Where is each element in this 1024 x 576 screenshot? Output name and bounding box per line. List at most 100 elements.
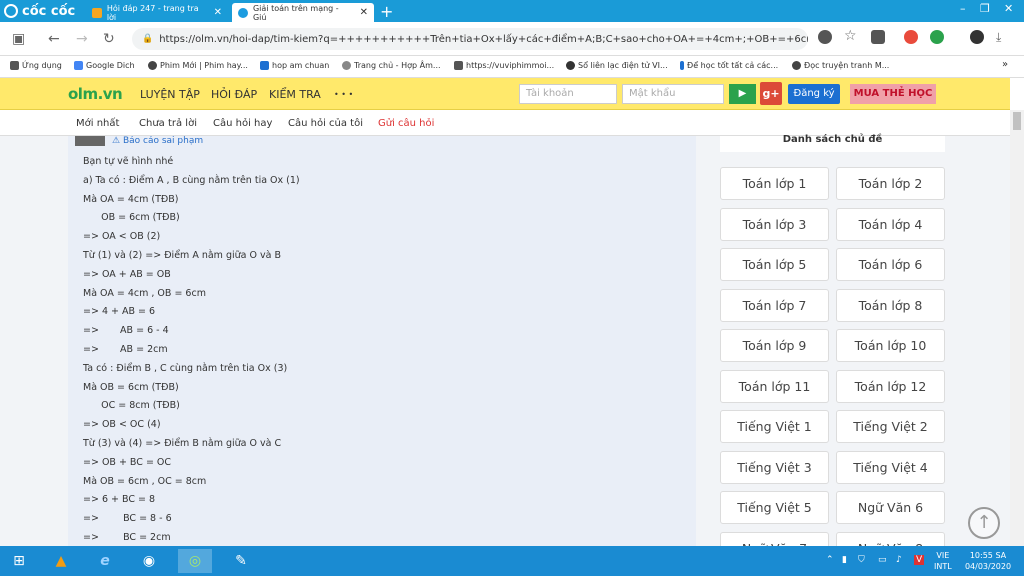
bookmark-favicon-icon	[260, 61, 269, 70]
avatar[interactable]	[75, 136, 105, 146]
answer-line: Từ (1) và (2) => Điểm A nằm giữa O và B	[83, 250, 281, 261]
bookmark-star-icon[interactable]: ☆	[844, 28, 857, 44]
forward-arrow-icon[interactable]: →	[76, 31, 88, 47]
register-button[interactable]: Đăng ký	[788, 84, 840, 104]
bookmark-favicon-icon	[680, 61, 684, 70]
lang-code: VIE	[936, 551, 950, 560]
bookmark-item[interactable]: Sổ liên lạc điện tử VI...	[566, 61, 668, 70]
shield-icon[interactable]	[818, 30, 832, 44]
nav-hoi-dap[interactable]: HỎI ĐÁP	[211, 88, 257, 101]
new-tab-button[interactable]: +	[380, 2, 393, 21]
bookmark-item[interactable]: https://vuviphimmoi...	[454, 61, 554, 70]
lock-icon: 🔒	[142, 34, 154, 44]
topic-button[interactable]: Toán lớp 1	[720, 167, 829, 200]
tab-giaitoan[interactable]: Giải toán trên mạng - Giú ✕	[232, 3, 374, 22]
topic-button[interactable]: Toán lớp 8	[836, 288, 945, 322]
profile-icon[interactable]	[970, 30, 984, 44]
topic-button[interactable]: Tiếng Việt 1	[720, 410, 829, 443]
extension-icon[interactable]	[930, 30, 944, 44]
topic-button[interactable]: Tiếng Việt 3	[720, 450, 829, 484]
google-translate-icon	[74, 61, 83, 70]
scroll-to-top-icon[interactable]: ↑	[968, 507, 1000, 539]
shield-tray-icon[interactable]: ⛉	[858, 555, 865, 565]
clock-time: 10:55 SA	[969, 551, 1007, 560]
bookmark-favicon-icon	[792, 61, 801, 70]
download-icon[interactable]	[871, 30, 885, 44]
tab-close-icon[interactable]: ✕	[214, 7, 222, 18]
maximize-button[interactable]: ❐	[980, 2, 990, 15]
subnav-newest[interactable]: Mới nhất	[76, 118, 119, 129]
subnav-good-questions[interactable]: Câu hỏi hay	[213, 118, 272, 129]
site-logo[interactable]: olm.vn	[68, 85, 123, 103]
topic-button[interactable]: Toán lớp 5	[720, 248, 829, 281]
username-input[interactable]: Tài khoản	[519, 84, 617, 104]
topic-button[interactable]: Toán lớp 9	[720, 329, 829, 362]
bookmark-item[interactable]: Phim Mới | Phim hay...	[148, 61, 248, 70]
topic-button[interactable]: Toán lớp 12	[836, 369, 945, 403]
url-bar[interactable]: 🔒 https://olm.vn/hoi-dap/tim-kiem?q=++++…	[132, 28, 808, 50]
tab-hoidap247[interactable]: Hỏi đáp 247 - trang tra lời ✕	[86, 3, 228, 22]
topic-button[interactable]: Toán lớp 11	[720, 369, 829, 403]
nav-kiem-tra[interactable]: KIỂM TRA	[269, 88, 321, 101]
extension-icon[interactable]	[904, 30, 918, 44]
reload-icon[interactable]: ↻	[103, 31, 115, 47]
answer-line: => OA < OB (2)	[83, 231, 161, 243]
browser-logo[interactable]: cốc cốc	[4, 3, 75, 19]
scrollbar-thumb[interactable]	[1013, 112, 1021, 130]
subnav-unanswered[interactable]: Chưa trả lời	[139, 118, 197, 129]
volume-icon[interactable]: ♪	[896, 555, 902, 565]
sidebar-toggle-icon[interactable]: ▣	[12, 31, 25, 47]
nav-more-button[interactable]: • • •	[334, 90, 353, 99]
topic-button[interactable]: Toán lớp 2	[836, 167, 945, 200]
topic-button[interactable]: Toán lớp 10	[836, 329, 945, 362]
site-logo-main: olm	[68, 85, 98, 103]
answer-line: => 4 + AB = 6	[83, 306, 156, 318]
bookmark-label: hop am chuan	[272, 61, 330, 70]
bookmark-item[interactable]: Ứng dụng	[10, 61, 62, 70]
nav-luyen-tap[interactable]: LUYỆN TẬP	[140, 88, 200, 101]
favicon-icon	[238, 7, 248, 18]
network-icon[interactable]: ▮	[842, 555, 847, 565]
close-window-button[interactable]: ✕	[1004, 2, 1013, 15]
topic-button[interactable]: Ngữ Văn 6	[836, 491, 945, 524]
page-scrollbar[interactable]	[1010, 110, 1024, 546]
subnav-my-questions[interactable]: Câu hỏi của tôi	[288, 118, 363, 129]
bookmark-item[interactable]: hop am chuan	[260, 61, 329, 70]
app-icon[interactable]: ◉	[132, 549, 166, 573]
vlc-icon[interactable]: ▲	[44, 549, 78, 573]
topic-button[interactable]: Toán lớp 6	[836, 248, 945, 281]
unikey-icon[interactable]: V	[914, 555, 925, 565]
windows-start-icon[interactable]: ⊞	[2, 549, 36, 573]
bookmarks-more-button[interactable]: »	[1002, 59, 1008, 70]
bookmarks-bar: Ứng dụng Google Dich Phim Mới | Phim hay…	[0, 56, 1024, 78]
language-indicator[interactable]: VIE INTL	[934, 550, 952, 572]
password-input[interactable]: Mật khẩu	[622, 84, 724, 104]
topic-button[interactable]: Tiếng Việt 2	[836, 410, 945, 443]
answer-line: Ta có : Điểm B , C cùng nằm trên tia Ox …	[83, 362, 288, 374]
bookmark-item[interactable]: Google Dich	[74, 61, 135, 70]
topic-button[interactable]: Tiếng Việt 5	[720, 491, 829, 524]
coccoc-browser-icon[interactable]: ◎	[178, 549, 212, 573]
tab-label: Hỏi đáp 247 - trang tra lời	[106, 3, 199, 22]
topic-button[interactable]: Toán lớp 7	[720, 288, 829, 322]
google-plus-login-button[interactable]: g+	[760, 82, 782, 105]
internet-explorer-icon[interactable]: e	[88, 549, 122, 573]
bookmark-item[interactable]: Trang chủ - Hợp Âm...	[342, 61, 441, 70]
tab-close-icon[interactable]: ✕	[360, 7, 368, 18]
downloads-icon[interactable]: ⤓	[996, 30, 1001, 45]
buy-card-button[interactable]: MUA THẺ HỌC	[850, 84, 936, 104]
report-link[interactable]: ⚠ Báo cáo sai phạm	[112, 136, 203, 146]
app-icon[interactable]: ✎	[224, 549, 258, 573]
topic-button[interactable]: Toán lớp 3	[720, 207, 829, 241]
subnav-send-question[interactable]: Gửi câu hỏi	[378, 118, 434, 129]
topic-button[interactable]: Toán lớp 4	[836, 207, 945, 241]
back-arrow-icon[interactable]: ←	[48, 31, 60, 47]
bookmark-item[interactable]: Để học tốt tất cả các...	[680, 61, 778, 70]
bookmark-item[interactable]: Đọc truyện tranh M...	[792, 61, 889, 70]
minimize-button[interactable]: –	[960, 2, 966, 15]
login-button[interactable]: ▶	[729, 84, 756, 104]
tray-up-arrow-icon[interactable]: ⌃	[826, 555, 834, 565]
battery-icon[interactable]: ▭	[878, 555, 887, 565]
system-clock[interactable]: 10:55 SA 04/03/2020	[960, 550, 1016, 572]
topic-button[interactable]: Tiếng Việt 4	[836, 450, 945, 484]
